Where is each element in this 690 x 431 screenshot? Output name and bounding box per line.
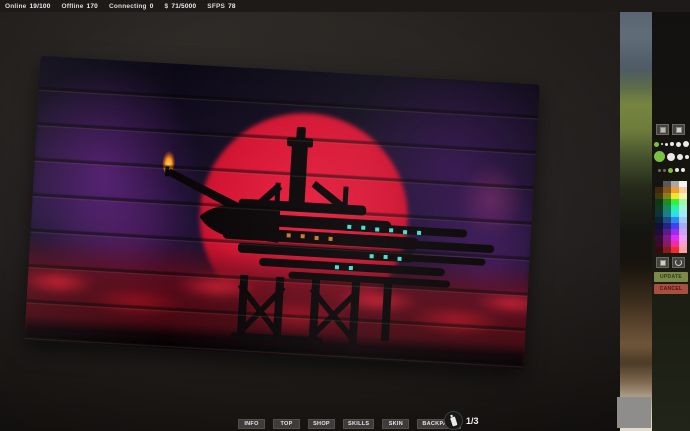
brush-size-dot[interactable]	[676, 142, 681, 147]
brush-size-row	[654, 139, 688, 149]
painted-sign-canvas[interactable]	[24, 56, 540, 369]
game-viewport	[0, 0, 690, 431]
brush-icon	[660, 127, 666, 133]
brush-opacity-dot[interactable]	[667, 153, 675, 161]
brush-size-dot[interactable]	[654, 142, 659, 147]
brush-spacing-dot[interactable]	[663, 169, 666, 172]
status-item: Connecting0	[109, 3, 154, 10]
oil-rig-silhouette	[134, 117, 517, 369]
gray-placeholder-box	[617, 397, 651, 428]
world-background-strip	[620, 0, 652, 431]
brush-opacity-dot[interactable]	[654, 151, 665, 162]
image-button[interactable]	[656, 257, 669, 268]
cancel-button[interactable]: CANCEL	[654, 284, 688, 294]
status-item: SFPS78	[207, 3, 235, 10]
status-item: $71/5000	[165, 3, 197, 10]
palette-color[interactable]	[679, 247, 687, 253]
brush-opacity-row	[654, 150, 688, 163]
brush-size-dot[interactable]	[665, 143, 668, 146]
menu-button-shop[interactable]: SHOP	[308, 419, 335, 429]
undo-button[interactable]	[672, 257, 685, 268]
status-item: Online19/100	[5, 3, 51, 10]
brush-opacity-dot[interactable]	[677, 154, 683, 160]
update-button[interactable]: UPDATE	[654, 272, 688, 282]
status-item: Offline170	[62, 3, 98, 10]
palette-color[interactable]	[655, 247, 663, 253]
color-palette	[655, 181, 687, 253]
brush-size-dot[interactable]	[683, 141, 689, 147]
brush-size-dot[interactable]	[661, 143, 663, 145]
brush-size-dot[interactable]	[670, 142, 674, 146]
menu-button-info[interactable]: INFO	[238, 419, 265, 429]
brush-spacing-dot[interactable]	[658, 169, 661, 172]
menu-button-skills[interactable]: SKILLS	[343, 419, 374, 429]
brush-spacing-dot[interactable]	[668, 168, 673, 173]
menu-button-skin[interactable]: SKIN	[382, 419, 409, 429]
brush-spacing-dot[interactable]	[681, 168, 685, 172]
brush-tool-button[interactable]	[656, 124, 669, 135]
charge-count: 1/3	[466, 416, 479, 426]
spray-icon	[676, 127, 682, 133]
image-icon	[660, 260, 666, 266]
spray-tool-button[interactable]	[672, 124, 685, 135]
world-background-blur	[620, 0, 652, 431]
paint-tool-panel: UPDATE CANCEL	[652, 0, 690, 431]
spray-charge-indicator: 1/3	[444, 411, 479, 430]
palette-color[interactable]	[663, 247, 671, 253]
undo-icon	[675, 259, 682, 266]
brush-opacity-dot[interactable]	[685, 155, 689, 159]
bottom-buttons: INFOTOPSHOPSKILLSSKINBACKPACK	[238, 419, 461, 429]
status-bar: Online19/100 Offline170 Connecting0 $71/500…	[0, 0, 690, 12]
menu-button-top[interactable]: TOP	[273, 419, 300, 429]
paint-tool-buttons	[656, 124, 685, 135]
brush-spacing-row	[654, 165, 688, 175]
spray-can-icon	[444, 411, 463, 430]
brush-spacing-dot[interactable]	[675, 168, 679, 172]
palette-action-buttons	[656, 257, 685, 268]
palette-color[interactable]	[671, 247, 679, 253]
